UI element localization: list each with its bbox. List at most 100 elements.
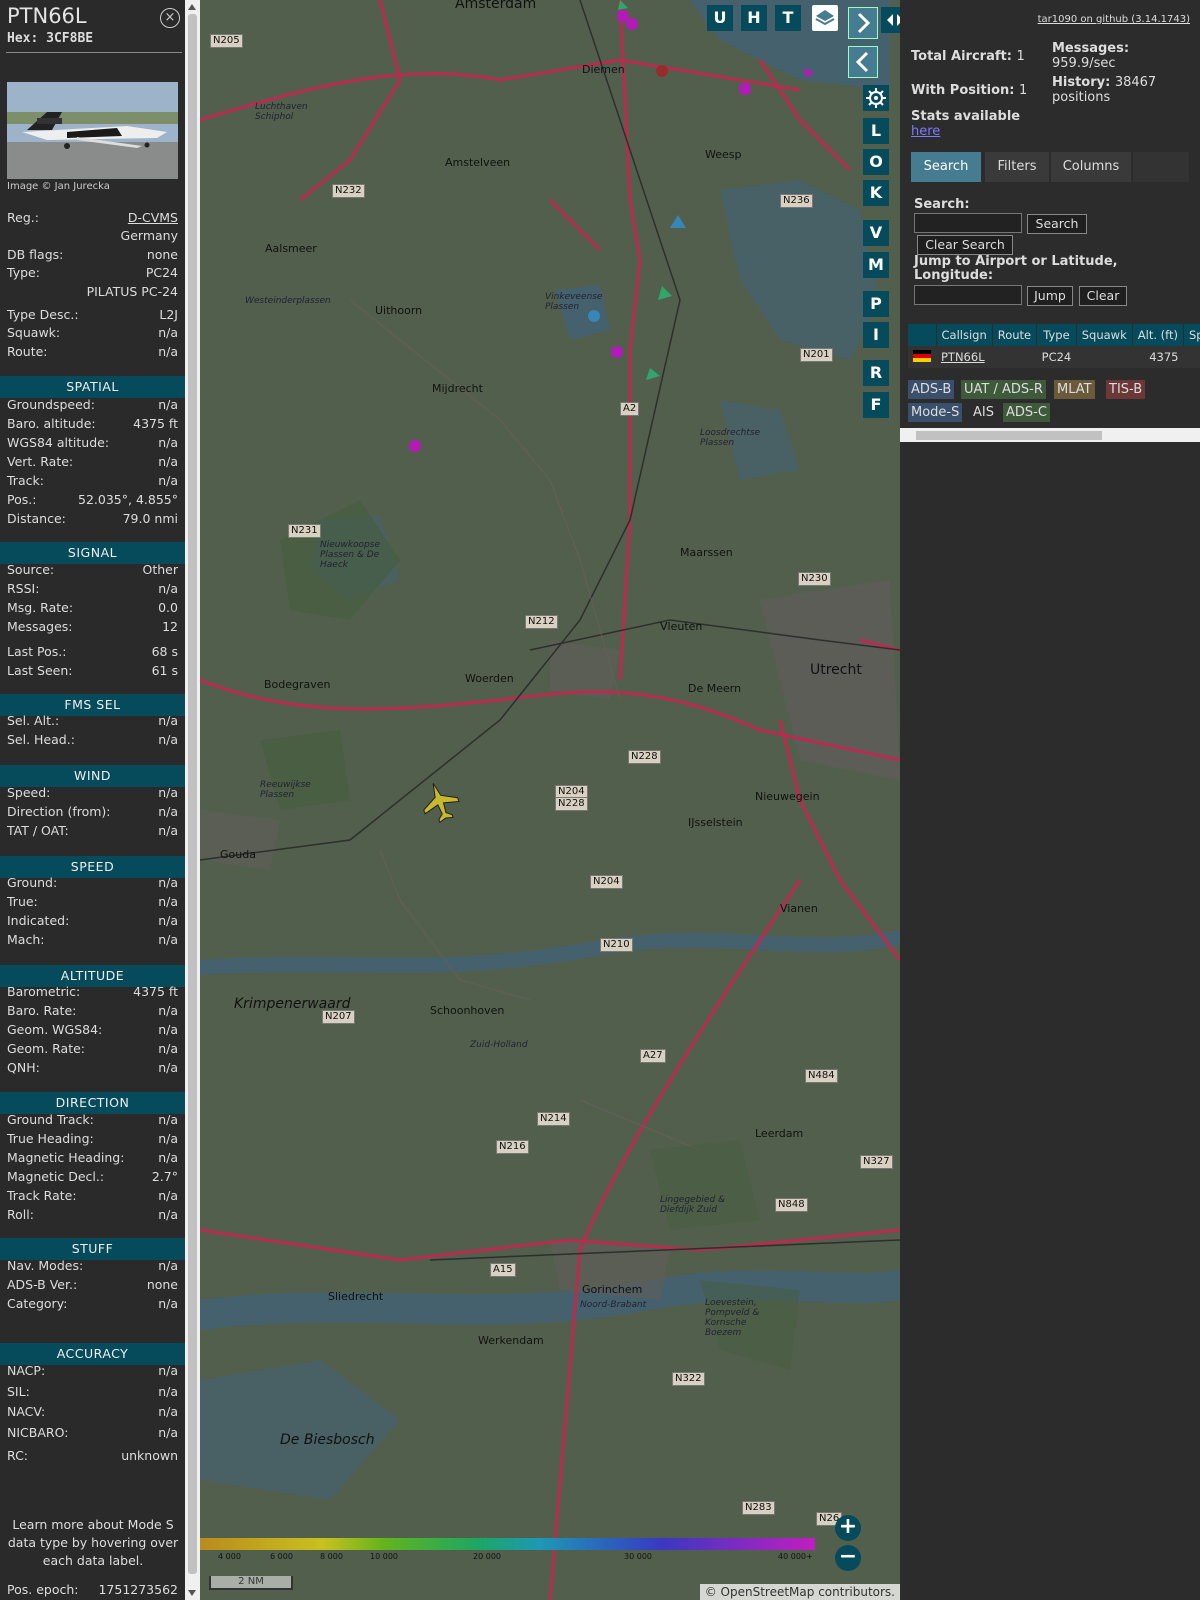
map-button-u[interactable]: U <box>707 5 733 31</box>
callsign-link[interactable]: PTN66L <box>936 346 993 368</box>
road-shield: N327 <box>860 1155 893 1169</box>
scroll-down-icon[interactable] <box>188 1590 196 1596</box>
gear-icon[interactable] <box>863 85 889 111</box>
info-label: Sel. Head.: <box>7 732 75 747</box>
column-header[interactable]: Type <box>1036 324 1077 346</box>
info-value: n/a <box>158 732 178 747</box>
map-label: Reeuwijkse Plassen <box>260 780 311 800</box>
total-value: 1 <box>1016 49 1025 64</box>
scroll-up-icon[interactable] <box>188 4 196 10</box>
map-label: Lingegebied & Diefdijk Zuid <box>660 1195 726 1215</box>
source-badge[interactable]: Mode-S <box>908 403 963 422</box>
left-scrollbar[interactable] <box>185 0 200 1600</box>
info-row: True: n/a <box>7 893 178 911</box>
info-row: Messages: 12 <box>7 618 178 636</box>
map-button-h[interactable]: H <box>741 5 767 31</box>
info-label: Mach: <box>7 932 45 947</box>
info-row: Speed: n/a <box>7 784 178 802</box>
table-cell <box>992 346 1037 368</box>
info-label: Msg. Rate: <box>7 600 74 615</box>
info-value: 68 s <box>151 644 178 659</box>
jump-input[interactable] <box>914 285 1022 305</box>
map-button-r[interactable]: R <box>863 360 889 386</box>
hscroll-thumb[interactable] <box>916 431 1102 440</box>
map-button-k[interactable]: K <box>863 180 889 206</box>
stats-link[interactable]: here <box>911 124 940 139</box>
table-row[interactable]: PTN66L PC24 4375 <box>908 346 1200 368</box>
info-value: n/a <box>158 1258 178 1273</box>
info-label: NACP: <box>7 1363 46 1378</box>
expand-arrows-icon[interactable] <box>881 7 900 33</box>
source-badge[interactable]: ADS-C <box>1003 403 1050 422</box>
chevron-right-icon[interactable] <box>848 7 878 39</box>
scroll-thumb[interactable] <box>188 14 197 1574</box>
aircraft-table: CallsignRouteTypeSquawkAlt. (ft)Spd. PTN… <box>908 324 1200 368</box>
map-button-f[interactable]: F <box>863 392 889 418</box>
road-shield: N232 <box>332 184 365 198</box>
info-row: Mach: n/a <box>7 931 178 949</box>
info-row: RSSI: n/a <box>7 580 178 598</box>
github-link[interactable]: tar1090 on github (3.14.1743) <box>1038 14 1190 25</box>
map-button-v[interactable]: V <box>863 220 889 246</box>
map-label: Loosdrechtse Plassen <box>700 428 761 448</box>
source-badge[interactable]: ADS-B <box>908 380 955 399</box>
info-row: Track: n/a <box>7 472 178 490</box>
map-button-o[interactable]: O <box>863 149 889 175</box>
clear-search-button[interactable]: Clear Search <box>917 235 1013 255</box>
info-label: Barometric: <box>7 984 81 999</box>
column-header[interactable]: Route <box>992 324 1038 346</box>
source-badge[interactable]: AIS <box>970 403 997 422</box>
column-header[interactable]: Spd. <box>1183 324 1200 346</box>
map-button-l[interactable]: L <box>863 118 889 144</box>
info-value: n/a <box>158 875 178 890</box>
info-value: PC24 <box>145 265 178 280</box>
search-button[interactable]: Search <box>1027 214 1087 234</box>
map-button-p[interactable]: P <box>863 291 889 317</box>
column-header[interactable]: Alt. (ft) <box>1132 324 1184 346</box>
info-value: 2.7° <box>151 1169 178 1184</box>
map-button-i[interactable]: I <box>863 322 889 348</box>
layers-icon[interactable] <box>812 5 838 31</box>
registration-link[interactable]: D-CVMS <box>128 209 178 227</box>
info-row: NICBARO: n/a <box>7 1424 178 1442</box>
map-button-m[interactable]: M <box>863 252 889 278</box>
column-header[interactable]: Callsign <box>936 324 993 346</box>
aircraft-photo[interactable] <box>7 82 178 179</box>
info-label: Geom. Rate: <box>7 1041 86 1056</box>
info-row: Germany <box>7 227 178 245</box>
info-label: Baro. altitude: <box>7 416 96 431</box>
osm-link[interactable]: OpenStreetMap <box>721 1585 815 1599</box>
source-badge[interactable]: UAT / ADS-R <box>961 380 1046 399</box>
info-value: none <box>146 1277 178 1292</box>
table-cell <box>1183 346 1200 368</box>
info-row: DB flags: none <box>7 246 178 264</box>
chevron-left-icon[interactable] <box>848 46 878 78</box>
withpos-value: 1 <box>1019 83 1028 98</box>
altitude-tick: 30 000 <box>624 1552 652 1561</box>
map-view[interactable]: Amsterdam Diemen Amstelveen Weesp Aalsmeer Ui… <box>200 0 900 1600</box>
horizontal-scrollbar[interactable] <box>900 428 1200 442</box>
info-value: n/a <box>158 1207 178 1222</box>
tab-search[interactable]: Search <box>911 152 981 182</box>
tab-filters[interactable]: Filters <box>985 152 1049 182</box>
zoom-in-button[interactable]: + <box>835 1515 861 1541</box>
source-badge[interactable]: TIS-B <box>1106 380 1146 399</box>
jump-button[interactable]: Jump <box>1027 286 1073 306</box>
aircraft-list-panel: tar1090 on github (3.14.1743) Total Airc… <box>900 0 1200 1600</box>
info-value: n/a <box>158 1425 178 1440</box>
column-header[interactable] <box>908 324 937 346</box>
map-button-t[interactable]: T <box>775 5 801 31</box>
map-label: IJsselstein <box>688 816 743 829</box>
tab-columns[interactable]: Columns <box>1051 152 1131 182</box>
withpos-label: With Position: <box>911 83 1015 98</box>
road-shield: N204 <box>590 875 623 889</box>
close-icon[interactable]: × <box>160 8 180 28</box>
zoom-out-button[interactable]: − <box>835 1545 861 1571</box>
info-label: True: <box>7 894 38 909</box>
clear-button[interactable]: Clear <box>1079 286 1127 306</box>
source-badge[interactable]: MLAT <box>1054 380 1095 399</box>
info-value: n/a <box>158 1363 178 1378</box>
search-input[interactable] <box>914 213 1022 233</box>
altitude-tick: 20 000 <box>473 1552 501 1561</box>
column-header[interactable]: Squawk <box>1076 324 1133 346</box>
